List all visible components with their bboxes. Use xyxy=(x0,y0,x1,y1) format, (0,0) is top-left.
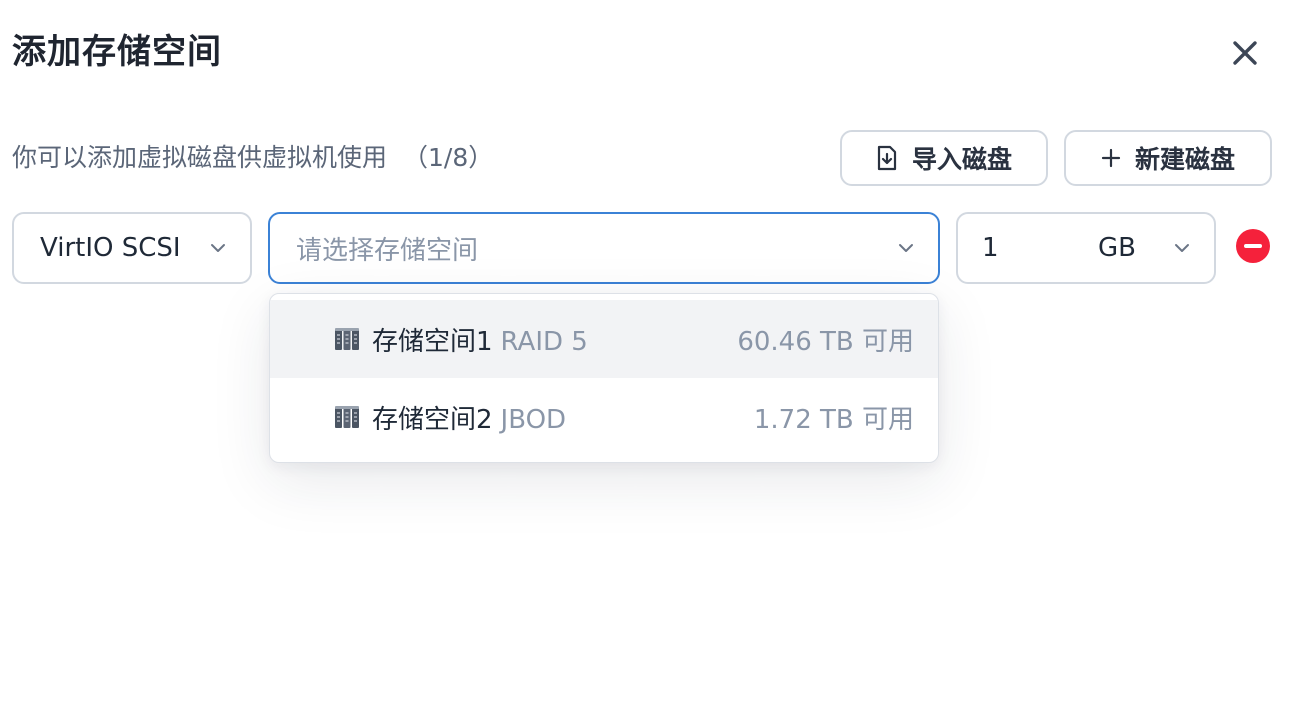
new-disk-label: 新建磁盘 xyxy=(1134,145,1235,174)
storage-option[interactable]: 存储空间1 RAID 5 60.46 TB 可用 xyxy=(270,300,938,378)
chevron-down-icon xyxy=(896,238,916,258)
add-storage-dialog: 添加存储空间 你可以添加虚拟磁盘供虚拟机使用 （1/8） 导入磁盘 新建磁盘 Vi… xyxy=(0,0,1300,712)
close-icon xyxy=(1233,41,1257,65)
dialog-title: 添加存储空间 xyxy=(12,32,222,72)
bus-type-value: VirtIO SCSI xyxy=(40,233,181,263)
chevron-down-icon xyxy=(1172,238,1192,258)
plus-icon xyxy=(1101,148,1121,168)
storage-option[interactable]: 存储空间2 JBOD 1.72 TB 可用 xyxy=(270,378,938,456)
storage-option-name: 存储空间2 JBOD xyxy=(372,404,567,435)
size-unit-select[interactable]: GB xyxy=(1098,233,1136,263)
storage-space-dropdown: 存储空间1 RAID 5 60.46 TB 可用 存储空间2 JBOD 1.72 T… xyxy=(269,293,939,463)
disk-hint: 你可以添加虚拟磁盘供虚拟机使用 （1/8） xyxy=(12,138,493,178)
disk-size-value[interactable]: 1 xyxy=(982,233,999,263)
close-button[interactable] xyxy=(1226,34,1264,72)
new-disk-button[interactable]: 新建磁盘 xyxy=(1064,130,1272,186)
disk-count: （1/8） xyxy=(403,143,494,172)
remove-disk-button[interactable] xyxy=(1236,229,1270,263)
storage-space-placeholder: 请选择存储空间 xyxy=(296,235,479,266)
bus-type-select[interactable]: VirtIO SCSI xyxy=(12,212,252,284)
disk-size-field[interactable]: 1 GB xyxy=(956,212,1216,284)
chevron-down-icon xyxy=(208,238,228,258)
import-disk-label: 导入磁盘 xyxy=(911,145,1012,174)
storage-option-available: 60.46 TB 可用 xyxy=(737,326,914,357)
import-file-icon xyxy=(877,145,897,171)
storage-option-name: 存储空间1 RAID 5 xyxy=(372,326,588,357)
storage-pool-icon xyxy=(335,328,359,350)
disk-hint-text: 你可以添加虚拟磁盘供虚拟机使用 xyxy=(12,143,388,172)
storage-option-raid: JBOD xyxy=(500,404,567,435)
storage-option-available: 1.72 TB 可用 xyxy=(753,404,914,435)
storage-space-select[interactable]: 请选择存储空间 xyxy=(268,212,940,284)
import-disk-button[interactable]: 导入磁盘 xyxy=(840,130,1048,186)
storage-option-raid: RAID 5 xyxy=(500,326,588,357)
storage-pool-icon xyxy=(335,406,359,428)
